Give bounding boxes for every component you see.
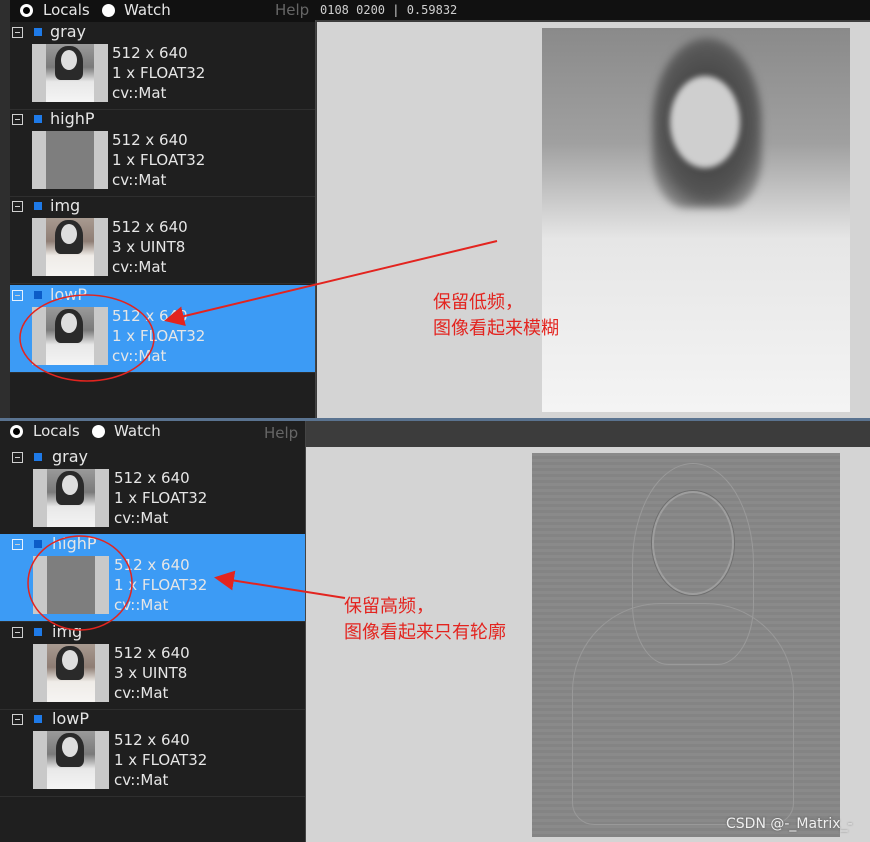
tab-locals[interactable]: Locals [43, 1, 90, 19]
locals-radio-icon[interactable] [10, 425, 23, 438]
lowpass-image [542, 28, 850, 412]
collapse-icon[interactable] [12, 627, 23, 638]
variable-type: cv::Mat [112, 171, 167, 189]
annotation-highpass: 保留高频， 图像看起来只有轮廓 [344, 594, 506, 646]
variable-name: img [52, 622, 83, 641]
variable-format: 3 x UINT8 [114, 664, 188, 682]
variable-format: 1 x FLOAT32 [112, 151, 206, 169]
variable-item-gray[interactable]: gray 512 x 640 1 x FLOAT32 cv::Mat [10, 22, 315, 110]
image-thumbnail[interactable] [33, 644, 109, 702]
collapse-icon[interactable] [12, 714, 23, 725]
help-link[interactable]: Help [264, 424, 298, 442]
help-link[interactable]: Help [275, 1, 309, 19]
variable-type-icon [34, 628, 42, 636]
variable-format: 1 x FLOAT32 [114, 489, 208, 507]
panel-edge-strip [0, 0, 10, 418]
variable-format: 1 x FLOAT32 [112, 327, 206, 345]
variable-type-icon [34, 291, 42, 299]
variable-info: 512 x 640 3 x UINT8 cv::Mat [112, 217, 188, 277]
variable-info: 512 x 640 1 x FLOAT32 cv::Mat [114, 555, 207, 615]
variable-type: cv::Mat [114, 509, 169, 527]
variable-name: gray [50, 22, 87, 41]
variable-size: 512 x 640 [114, 644, 190, 662]
variable-type-icon [34, 540, 42, 548]
variable-item-highP[interactable]: highP 512 x 640 1 x FLOAT32 cv::Mat [0, 534, 305, 622]
variable-item-img[interactable]: img 512 x 640 3 x UINT8 cv::Mat [10, 196, 315, 284]
variable-name: lowP [52, 709, 89, 728]
variable-info: 512 x 640 3 x UINT8 cv::Mat [114, 643, 190, 703]
watch-radio-icon[interactable] [102, 4, 115, 17]
watch-radio-icon[interactable] [92, 425, 105, 438]
variable-type: cv::Mat [114, 596, 169, 614]
variable-name: highP [52, 534, 97, 553]
variable-list: Locals Watch Help gray 512 x 640 1 x FLO… [10, 0, 316, 418]
image-thumbnail[interactable] [32, 44, 108, 102]
image-thumbnail[interactable] [33, 556, 109, 614]
variable-type: cv::Mat [112, 84, 167, 102]
watermark: CSDN @-_Matrix_- [726, 816, 853, 832]
variable-format: 1 x FLOAT32 [114, 751, 208, 769]
collapse-icon[interactable] [12, 290, 23, 301]
variable-list: Locals Watch Help gray 512 x 640 1 x FLO… [0, 421, 306, 842]
variable-item-gray[interactable]: gray 512 x 640 1 x FLOAT32 cv::Mat [0, 447, 305, 535]
variable-type: cv::Mat [114, 771, 169, 789]
tab-watch[interactable]: Watch [114, 422, 161, 440]
variable-size: 512 x 640 [114, 556, 190, 574]
pixel-readout: 0108 0200 | 0.59832 [315, 0, 870, 20]
variable-info: 512 x 640 1 x FLOAT32 cv::Mat [112, 130, 205, 190]
variable-info: 512 x 640 1 x FLOAT32 cv::Mat [114, 730, 207, 790]
variable-type-icon [34, 715, 42, 723]
locals-radio-icon[interactable] [20, 4, 33, 17]
collapse-icon[interactable] [12, 114, 23, 125]
variable-format: 3 x UINT8 [112, 238, 186, 256]
annotation-line: 图像看起来只有轮廓 [344, 622, 506, 643]
image-thumbnail[interactable] [32, 131, 108, 189]
variable-type: cv::Mat [114, 684, 169, 702]
variable-type-icon [34, 115, 42, 123]
variable-size: 512 x 640 [112, 44, 188, 62]
image-thumbnail[interactable] [32, 218, 108, 276]
variable-size: 512 x 640 [112, 218, 188, 236]
debugger-panel-top: Locals Watch Help gray 512 x 640 1 x FLO… [0, 0, 870, 418]
image-thumbnail[interactable] [33, 469, 109, 527]
variable-format: 1 x FLOAT32 [114, 576, 208, 594]
variable-format: 1 x FLOAT32 [112, 64, 206, 82]
variable-name: lowP [50, 285, 87, 304]
variable-type-icon [34, 202, 42, 210]
image-thumbnail[interactable] [32, 307, 108, 365]
variable-info: 512 x 640 1 x FLOAT32 cv::Mat [112, 306, 205, 366]
tab-bar: Locals Watch Help [10, 0, 315, 22]
variable-size: 512 x 640 [114, 731, 190, 749]
annotation-line: 保留高频， [344, 596, 434, 617]
variable-name: gray [52, 447, 89, 466]
annotation-lowpass: 保留低频， 图像看起来模糊 [433, 290, 559, 342]
variable-type: cv::Mat [112, 347, 167, 365]
highpass-image [532, 453, 840, 837]
variable-info: 512 x 640 1 x FLOAT32 cv::Mat [114, 468, 207, 528]
annotation-line: 保留低频， [433, 292, 523, 313]
variable-item-lowP[interactable]: lowP 512 x 640 1 x FLOAT32 cv::Mat [0, 709, 305, 797]
variable-name: highP [50, 109, 95, 128]
variable-item-lowP[interactable]: lowP 512 x 640 1 x FLOAT32 cv::Mat [10, 285, 315, 373]
collapse-icon[interactable] [12, 27, 23, 38]
variable-size: 512 x 640 [112, 131, 188, 149]
variable-type: cv::Mat [112, 258, 167, 276]
tab-watch[interactable]: Watch [124, 1, 171, 19]
variable-type-icon [34, 28, 42, 36]
variable-size: 512 x 640 [112, 307, 188, 325]
tab-locals[interactable]: Locals [33, 422, 80, 440]
tab-bar: Locals Watch Help [0, 421, 305, 443]
image-viewer-lowpass[interactable] [317, 22, 870, 418]
annotation-line: 图像看起来模糊 [433, 318, 559, 339]
variable-name: img [50, 196, 81, 215]
collapse-icon[interactable] [12, 201, 23, 212]
variable-item-highP[interactable]: highP 512 x 640 1 x FLOAT32 cv::Mat [10, 109, 315, 197]
variable-size: 512 x 640 [114, 469, 190, 487]
image-thumbnail[interactable] [33, 731, 109, 789]
variable-info: 512 x 640 1 x FLOAT32 cv::Mat [112, 43, 205, 103]
collapse-icon[interactable] [12, 539, 23, 550]
variable-type-icon [34, 453, 42, 461]
collapse-icon[interactable] [12, 452, 23, 463]
variable-item-img[interactable]: img 512 x 640 3 x UINT8 cv::Mat [0, 622, 305, 710]
